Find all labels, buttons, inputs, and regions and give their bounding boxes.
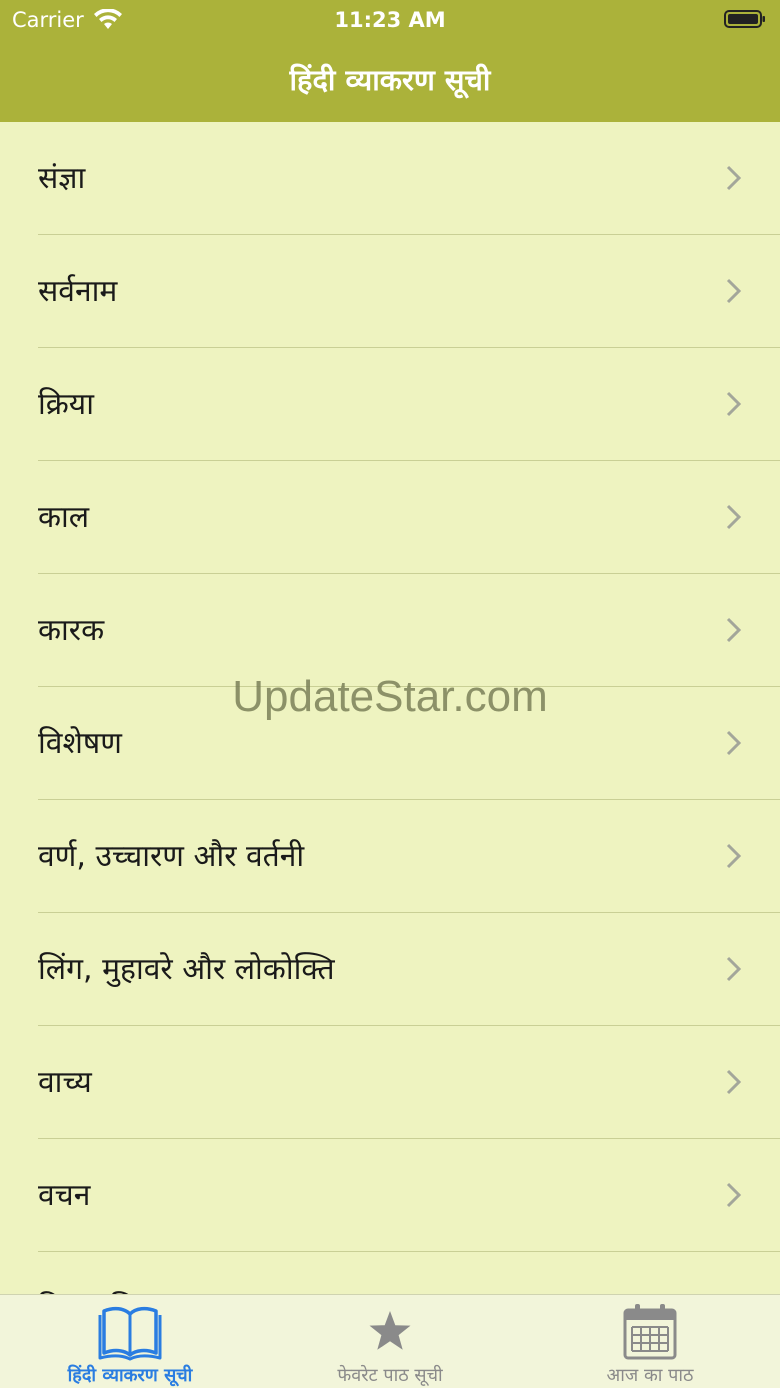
chevron-right-icon [726,956,742,982]
battery-icon [724,10,765,28]
list-item-label: लिंग, मुहावरे और लोकोक्ति [38,952,335,987]
chevron-right-icon [726,504,742,530]
tab-grammar-list[interactable]: हिंदी व्याकरण सूची [0,1295,260,1388]
book-icon [98,1306,162,1361]
list-item[interactable]: संज्ञा [0,122,780,235]
watermark: UpdateStar.com [232,672,548,721]
list-item[interactable]: वचन [0,1139,780,1252]
nav-bar: हिंदी व्याकरण सूची [0,40,780,122]
tab-todays-lesson[interactable]: आज का पाठ [520,1295,780,1388]
page-title: हिंदी व्याकरण सूची [289,63,491,97]
list-item[interactable]: विराम चिह्न [0,1252,780,1294]
tab-label: फेवरेट पाठ सूची [337,1365,443,1386]
list-item-label: काल [38,500,90,535]
chevron-right-icon [726,165,742,191]
tab-label: हिंदी व्याकरण सूची [67,1365,193,1386]
tab-bar: हिंदी व्याकरण सूची फेवरेट पाठ सूची आज का… [0,1294,780,1388]
chevron-right-icon [726,1069,742,1095]
list-item-label: क्रिया [38,387,94,422]
status-bar: Carrier 11:23 AM [0,0,780,40]
tab-label: आज का पाठ [606,1365,694,1386]
list-item[interactable]: वाच्य [0,1026,780,1139]
list-item[interactable]: क्रिया [0,348,780,461]
status-time: 11:23 AM [334,8,446,32]
chevron-right-icon [726,617,742,643]
list-item-label: संज्ञा [38,161,86,196]
chevron-right-icon [726,278,742,304]
list-item-label: सर्वनाम [38,274,118,309]
list-item[interactable]: लिंग, मुहावरे और लोकोक्ति [0,913,780,1026]
chevron-right-icon [726,730,742,756]
list-item[interactable]: सर्वनाम [0,235,780,348]
list-item[interactable]: कारक [0,574,780,687]
list-item-label: वर्ण, उच्चारण और वर्तनी [38,839,305,874]
list-item-label: विशेषण [38,726,122,761]
list-item-label: वचन [38,1178,91,1213]
list-item-label: विराम चिह्न [38,1286,155,1294]
list-item[interactable]: काल [0,461,780,574]
list-item[interactable]: वर्ण, उच्चारण और वर्तनी [0,800,780,913]
list-item-label: वाच्य [38,1065,92,1100]
chevron-right-icon [726,391,742,417]
calendar-icon [623,1304,677,1360]
list-item-label: कारक [38,613,105,648]
tab-favorite-list[interactable]: फेवरेट पाठ सूची [260,1295,520,1388]
star-icon [369,1311,411,1350]
chevron-right-icon [726,843,742,869]
chevron-right-icon [726,1182,742,1208]
